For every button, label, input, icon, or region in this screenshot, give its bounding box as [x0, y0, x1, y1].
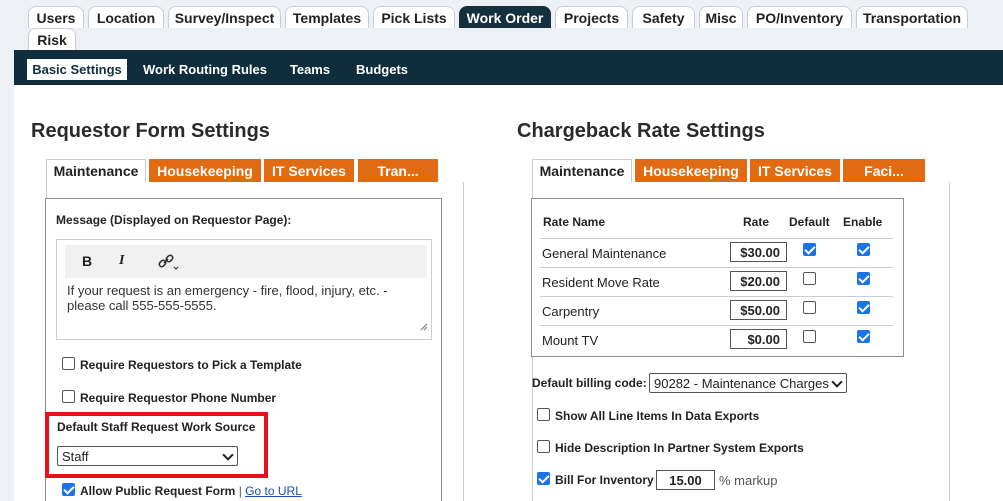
enable-checkbox-3[interactable] — [857, 330, 870, 343]
go-to-url-link[interactable]: Go to URL — [245, 484, 302, 498]
show-line-items-label: Show All Line Items In Data Exports — [555, 409, 760, 423]
rate-table: Rate Name Rate Default Enable General Ma… — [531, 198, 904, 357]
default-checkbox-1[interactable] — [803, 272, 816, 285]
rate-input-1[interactable]: $20.00 — [730, 271, 787, 291]
requestor-tab-maintenance[interactable]: Maintenance — [46, 159, 146, 182]
bill-inventory-checkbox[interactable] — [537, 472, 550, 485]
enable-checkbox-1[interactable] — [857, 272, 870, 285]
rate-name-1: Resident Move Rate — [542, 275, 660, 290]
default-checkbox-0[interactable] — [803, 243, 816, 256]
allow-public-row: Allow Public Request Form | Go to URL — [80, 484, 302, 498]
require-phone-checkbox[interactable] — [62, 390, 75, 403]
requestor-title: Requestor Form Settings — [31, 120, 270, 142]
chevron-down-icon — [222, 449, 234, 461]
chargeback-tab-maintenance[interactable]: Maintenance — [532, 159, 632, 182]
tab-projects[interactable]: Projects — [555, 6, 628, 28]
require-template-label: Require Requestors to Pick a Template — [80, 358, 302, 372]
tab-pick-lists[interactable]: Pick Lists — [373, 6, 455, 28]
chargeback-title: Chargeback Rate Settings — [517, 120, 765, 142]
hide-description-checkbox[interactable] — [537, 440, 550, 453]
markup-input[interactable]: 15.00 — [656, 470, 715, 490]
editor-toolbar: B I — [65, 245, 427, 278]
hide-description-label: Hide Description In Partner System Expor… — [555, 441, 804, 455]
default-checkbox-3[interactable] — [803, 330, 816, 343]
message-label: Message (Displayed on Requestor Page): — [56, 213, 292, 227]
markup-suffix: % markup — [719, 473, 778, 488]
tab-safety[interactable]: Safety — [632, 6, 695, 28]
rate-name-3: Mount TV — [542, 333, 599, 348]
work-source-value: Staff — [62, 448, 89, 464]
requestor-tab-it-services[interactable]: IT Services — [264, 159, 354, 182]
default-checkbox-2[interactable] — [803, 301, 816, 314]
rate-name-2: Carpentry — [542, 304, 600, 319]
chargeback-tab-facilities[interactable]: Faci... — [843, 159, 925, 182]
row-divider — [540, 325, 893, 326]
resize-handle-icon[interactable] — [420, 318, 428, 336]
bill-inventory-label: Bill For Inventory — [555, 473, 654, 487]
row-divider — [540, 267, 893, 268]
tab-misc[interactable]: Misc — [699, 6, 743, 28]
chargeback-tab-it-services[interactable]: IT Services — [750, 159, 840, 182]
separator: | — [238, 484, 242, 498]
allow-public-checkbox[interactable] — [62, 483, 75, 496]
rate-input-3[interactable]: $0.00 — [730, 329, 787, 349]
tab-risk[interactable]: Risk — [28, 28, 76, 50]
italic-button[interactable]: I — [119, 253, 124, 269]
tab-location[interactable]: Location — [88, 6, 164, 28]
subnav-teams[interactable]: Teams — [282, 59, 338, 80]
tab-users[interactable]: Users — [28, 6, 84, 28]
rate-input-2[interactable]: $50.00 — [730, 300, 787, 320]
main-content: Requestor Form Settings Maintenance Hous… — [14, 85, 1003, 501]
enable-checkbox-2[interactable] — [857, 301, 870, 314]
tab-transportation[interactable]: Transportation — [856, 6, 968, 28]
subnav-work-routing-rules[interactable]: Work Routing Rules — [140, 59, 270, 80]
tab-templates[interactable]: Templates — [285, 6, 369, 28]
rate-input-0[interactable]: $30.00 — [730, 242, 787, 262]
show-line-items-checkbox[interactable] — [537, 408, 550, 421]
subnav-budgets[interactable]: Budgets — [349, 59, 415, 80]
require-phone-label: Require Requestor Phone Number — [80, 391, 277, 405]
enable-checkbox-0[interactable] — [857, 243, 870, 256]
col-enable: Enable — [843, 215, 883, 229]
work-source-label: Default Staff Request Work Source — [57, 420, 256, 434]
col-rate: Rate — [743, 215, 770, 229]
rate-name-0: General Maintenance — [542, 246, 667, 261]
message-editor[interactable]: B I If your request is an emergency - fi… — [56, 239, 432, 340]
row-divider — [540, 296, 893, 297]
allow-public-label: Allow Public Request Form — [80, 484, 236, 498]
billing-code-select[interactable]: 90282 - Maintenance Charges — [649, 373, 847, 393]
billing-code-value: 90282 - Maintenance Charges — [654, 375, 829, 391]
tab-work-order[interactable]: Work Order — [459, 6, 551, 28]
col-default: Default — [789, 215, 830, 229]
billing-code-label: Default billing code: — [532, 376, 647, 390]
tab-survey-inspect[interactable]: Survey/Inspect — [168, 6, 281, 28]
require-template-checkbox[interactable] — [62, 357, 75, 370]
col-rate-name: Rate Name — [543, 215, 606, 229]
requestor-tab-transportation[interactable]: Tran... — [358, 159, 438, 182]
message-text: If your request is an emergency - fire, … — [67, 283, 388, 313]
tab-po-inventory[interactable]: PO/Inventory — [747, 6, 852, 28]
chargeback-tab-housekeeping[interactable]: Housekeeping — [635, 159, 747, 182]
row-divider — [540, 238, 893, 239]
work-source-select[interactable]: Staff — [57, 446, 238, 466]
bold-button[interactable]: B — [82, 253, 92, 269]
link-icon[interactable] — [157, 253, 179, 276]
sub-navigation: Basic Settings Work Routing Rules Teams … — [14, 50, 1003, 85]
subnav-basic-settings[interactable]: Basic Settings — [27, 59, 127, 80]
chevron-down-icon — [831, 376, 843, 388]
requestor-tab-housekeeping[interactable]: Housekeeping — [149, 159, 261, 182]
top-tab-bar: Users Location Survey/Inspect Templates … — [0, 0, 1003, 50]
